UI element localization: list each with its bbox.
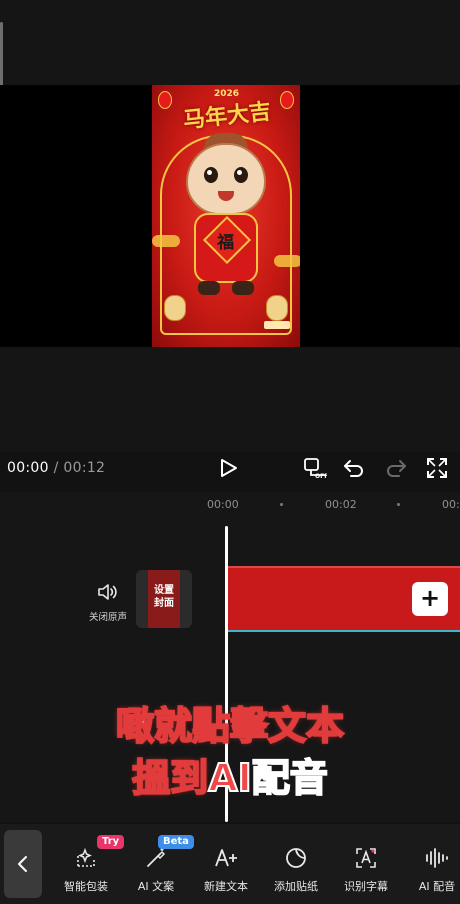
ruler-dot	[280, 503, 283, 506]
beta-badge: Beta	[158, 835, 194, 849]
caption-overlay: 噉就點擊文本 搵到AI配音	[0, 700, 460, 804]
tool-ai-copywriting[interactable]: Beta AI 文案	[121, 835, 194, 894]
undo-icon[interactable]	[342, 456, 366, 480]
audio-wave-icon	[426, 848, 448, 868]
chevron-left-icon	[18, 856, 27, 872]
ruler-tick: 00:02	[325, 498, 357, 511]
caption-recognize-icon	[356, 848, 376, 868]
lantern-decoration	[280, 91, 294, 109]
horse-eye	[204, 167, 218, 183]
total-time: 00:12	[63, 460, 106, 476]
sticker-icon	[286, 848, 306, 868]
mini-horse	[266, 295, 288, 321]
back-button[interactable]	[4, 830, 42, 898]
svg-text:OFF: OFF	[315, 473, 327, 480]
caption-line-2-highlight: AI配音	[207, 755, 329, 801]
redo-icon[interactable]	[384, 456, 408, 480]
horse-boot	[198, 281, 220, 295]
tool-recognize-subtitles[interactable]: 识别字幕	[331, 844, 401, 894]
magic-wand-icon	[147, 848, 166, 867]
playback-controls: 00:00 / 00:12 OFF	[0, 452, 460, 486]
tool-label: 智能包装	[64, 880, 108, 893]
ruler-tick: 00:00	[207, 498, 239, 511]
tool-smart-package[interactable]: Try 智能包装	[51, 835, 125, 894]
time-separator: /	[53, 460, 59, 476]
video-preview[interactable]: 2026 马年大吉 福	[152, 85, 300, 347]
tool-add-sticker[interactable]: 添加贴纸	[261, 844, 331, 894]
cloud-decoration	[274, 255, 300, 267]
mute-label: 关闭原声	[88, 612, 127, 623]
tool-label: 新建文本	[204, 880, 248, 893]
horse-character	[186, 143, 266, 215]
sparkle-package-icon	[77, 847, 95, 867]
cloud-decoration	[152, 235, 180, 247]
stamp-decoration	[264, 321, 290, 329]
horse-boot	[232, 281, 254, 295]
set-cover-button[interactable]: 设置 封面	[136, 570, 192, 628]
caption-line-2-prefix: 搵到	[131, 755, 209, 801]
tool-label: AI 文案	[137, 880, 175, 893]
tool-label: AI 配音	[418, 880, 456, 893]
audio-waveform-line	[228, 630, 460, 632]
cover-label-line2: 封面	[154, 598, 174, 609]
mute-original-audio-button[interactable]: 关闭原声	[78, 582, 138, 623]
speaker-icon	[98, 584, 117, 600]
ruler-tick: 00:0	[442, 498, 460, 511]
caption-line-2: 搵到AI配音	[0, 752, 460, 804]
fullscreen-icon[interactable]	[425, 456, 449, 480]
horse-eye	[234, 167, 248, 183]
tool-label: 添加贴纸	[274, 880, 318, 893]
current-time: 00:00	[7, 460, 49, 476]
time-ruler: 00:00 00:02 00:0	[0, 492, 460, 516]
tool-new-text[interactable]: 新建文本	[191, 844, 261, 894]
add-clip-button[interactable]: +	[412, 582, 448, 616]
lantern-decoration	[158, 91, 172, 109]
fu-character: 福	[217, 233, 235, 254]
timecode: 00:00 / 00:12	[7, 460, 105, 476]
tool-ai-voiceover[interactable]: AI 配音	[402, 844, 460, 894]
keyframe-off-icon[interactable]: OFF	[303, 456, 328, 480]
caption-line-1: 噉就點擊文本	[115, 703, 345, 749]
add-text-icon	[215, 849, 237, 867]
ruler-dot	[397, 503, 400, 506]
cover-label: 设置 封面	[136, 584, 192, 610]
play-icon[interactable]	[216, 456, 240, 480]
tool-label: 识别字幕	[344, 880, 388, 893]
bottom-toolbar: Try 智能包装 Beta AI 文案 新建文本 添加贴纸 识别字幕 AI 配音	[0, 824, 460, 904]
cover-label-line1: 设置	[154, 585, 174, 596]
mini-horse	[164, 295, 186, 321]
